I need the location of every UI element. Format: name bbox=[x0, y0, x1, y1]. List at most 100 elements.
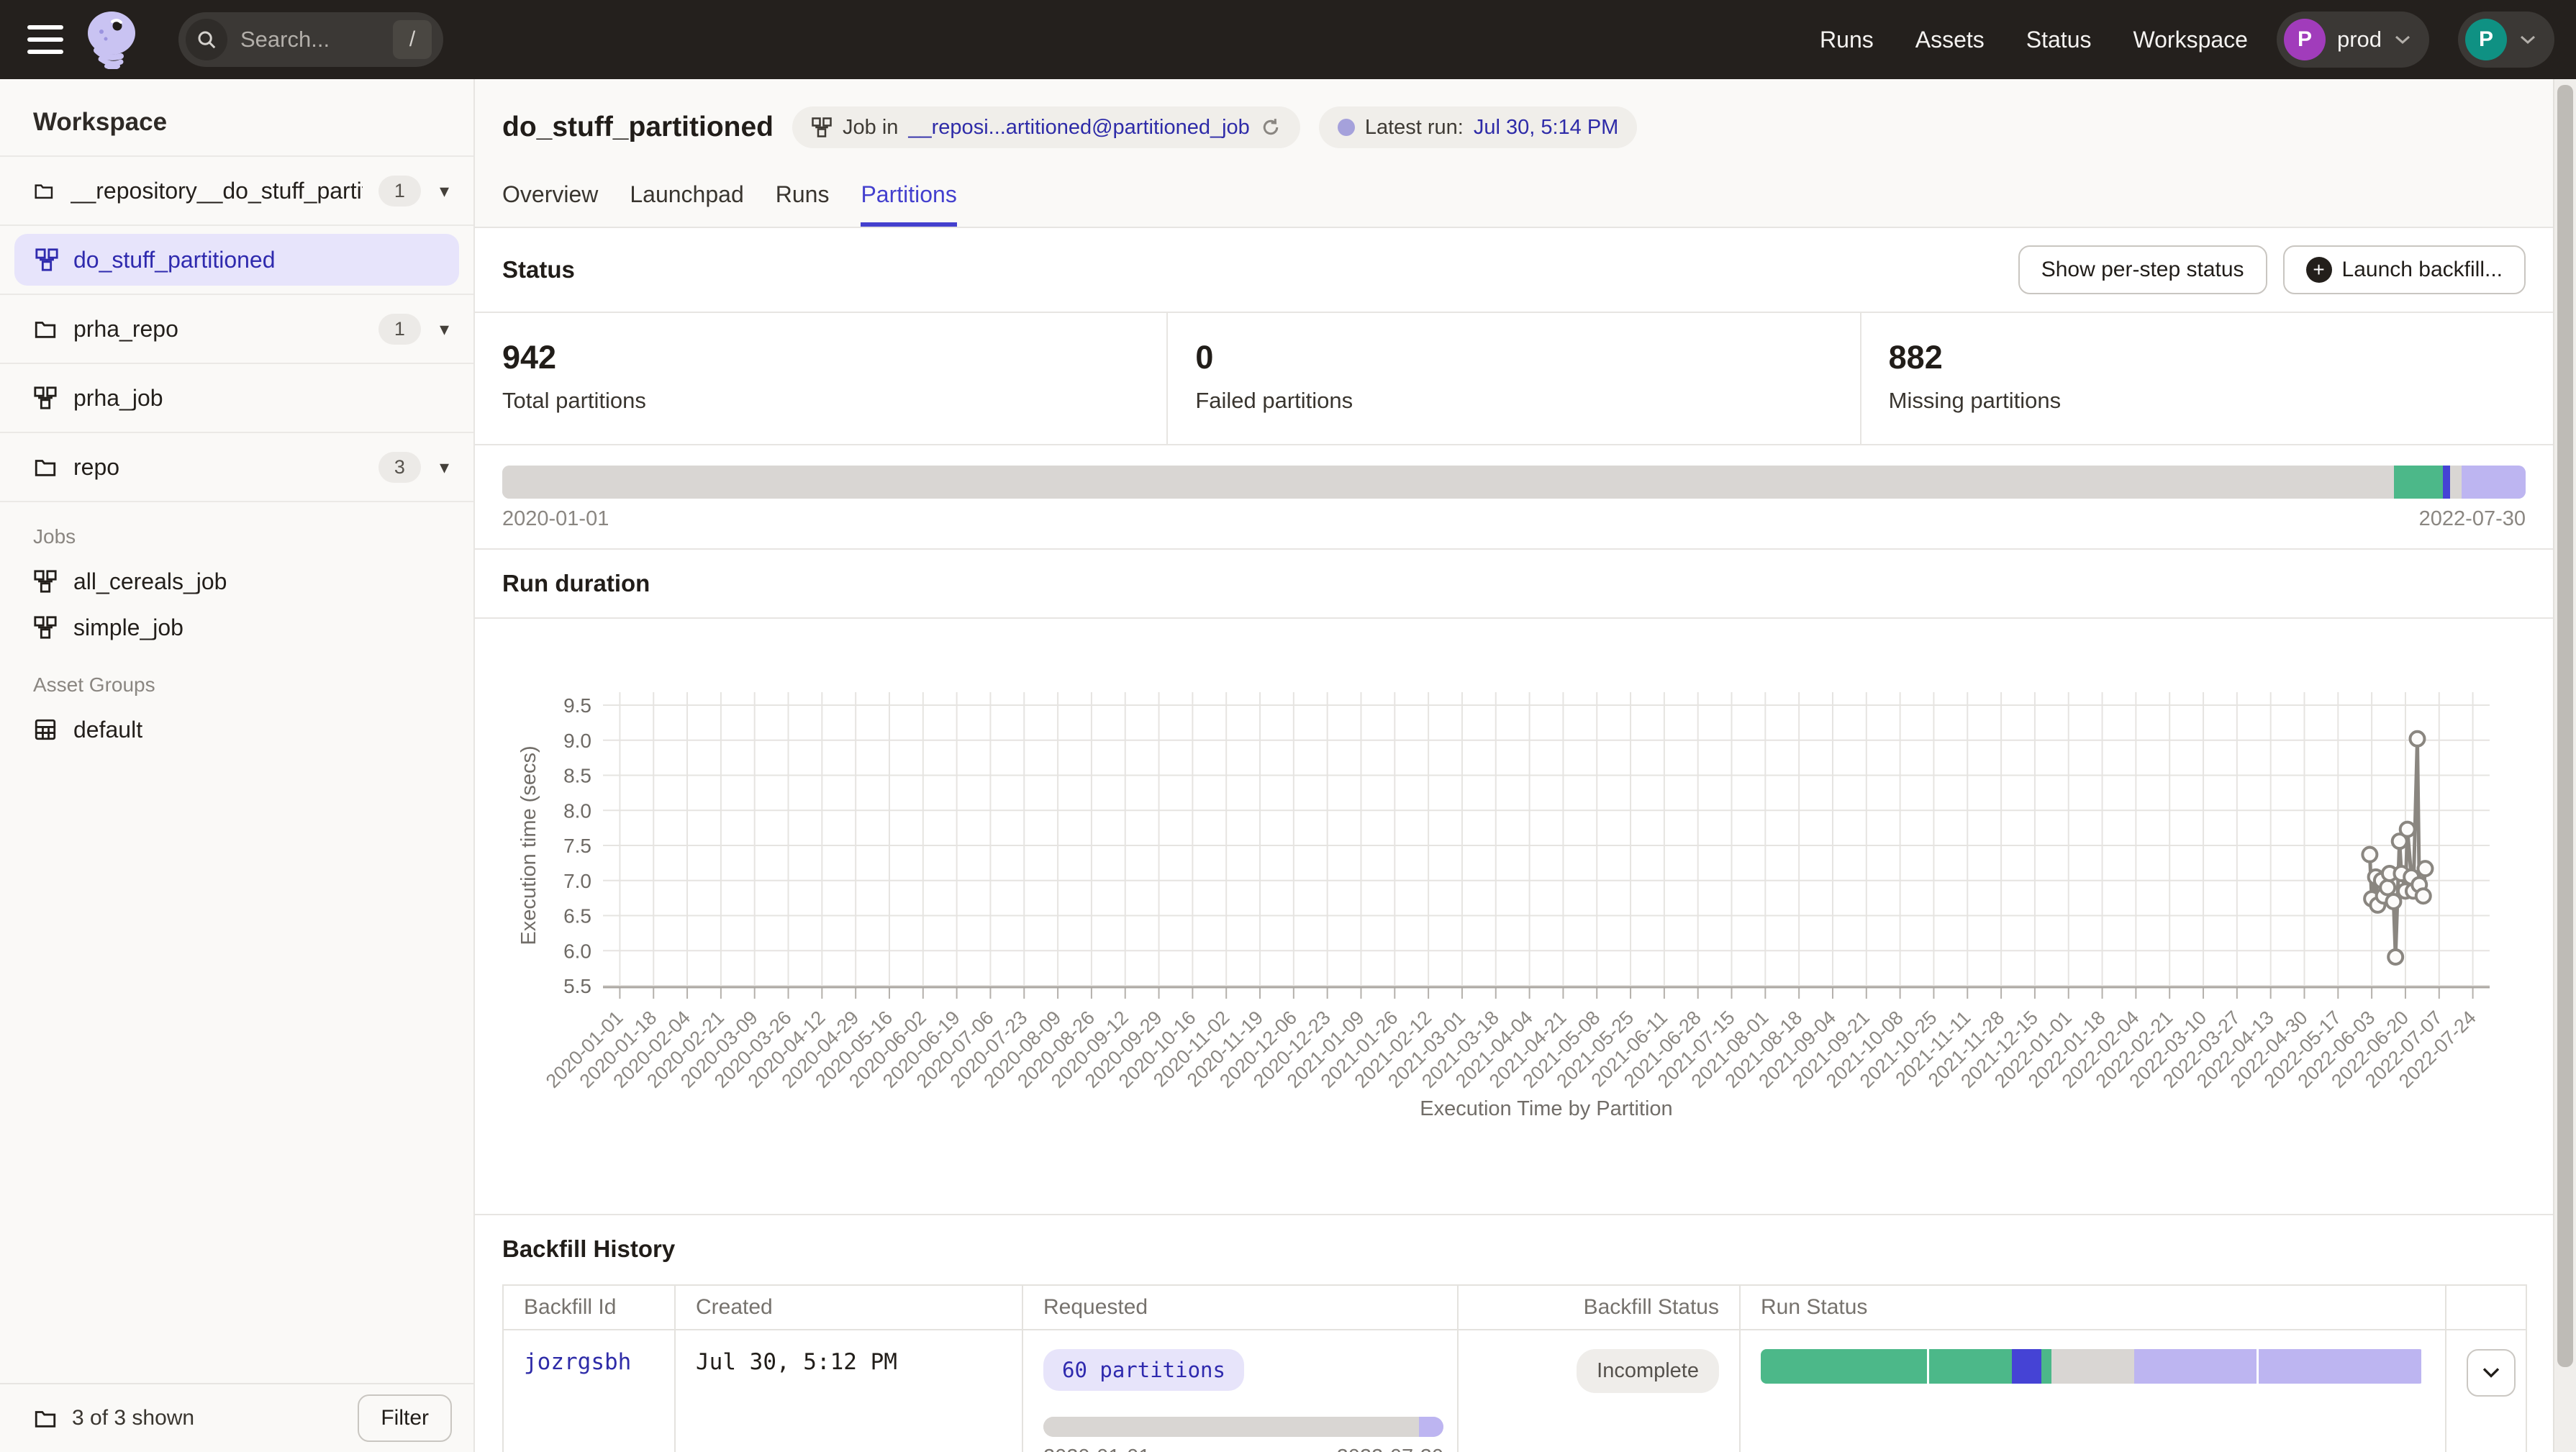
partition-stats: 942 Total partitions 0 Failed partitions… bbox=[475, 313, 2553, 445]
sidebar-item-do-stuff-partitioned[interactable]: do_stuff_partitioned bbox=[14, 234, 459, 286]
stat-value: 882 bbox=[1889, 339, 2526, 376]
status-heading: Status bbox=[502, 256, 575, 283]
sidebar-asset-group-default[interactable]: default bbox=[0, 707, 473, 753]
requested-partitions-bar bbox=[1043, 1417, 1443, 1437]
sidebar-item-repository-do-stuff[interactable]: __repository__do_stuff_partitio... 1 ▾ bbox=[0, 157, 473, 226]
data-point-marker bbox=[2362, 848, 2377, 862]
nav-status[interactable]: Status bbox=[2026, 27, 2092, 53]
run-status-bar[interactable] bbox=[1761, 1349, 2425, 1384]
bar-segment-indigo_bar bbox=[2443, 466, 2450, 499]
job-location-pill: Job in __reposi...artitioned@partitioned… bbox=[792, 106, 1300, 148]
workspace-sidebar: Workspace __repository__do_stuff_partiti… bbox=[0, 79, 475, 1452]
sidebar-item-repo[interactable]: repo 3 ▾ bbox=[0, 433, 473, 502]
chevron-down-icon bbox=[2393, 33, 2412, 46]
y-tick-label: 7.5 bbox=[563, 835, 591, 857]
sidebar-item-prha-repo[interactable]: prha_repo 1 ▾ bbox=[0, 295, 473, 364]
sidebar-item-label: __repository__do_stuff_partitio... bbox=[71, 178, 363, 204]
latest-run-link[interactable]: Jul 30, 5:14 PM bbox=[1474, 116, 1619, 140]
refresh-icon[interactable] bbox=[1260, 117, 1282, 138]
data-point-marker bbox=[2380, 881, 2395, 895]
job-icon bbox=[33, 569, 58, 594]
bar-segment-lavender bbox=[2134, 1349, 2257, 1384]
tab-runs[interactable]: Runs bbox=[776, 181, 830, 227]
asset-groups-section-label: Asset Groups bbox=[0, 650, 473, 707]
data-point-marker bbox=[2410, 732, 2424, 746]
job-in-label: Job in bbox=[843, 116, 898, 140]
job-icon bbox=[811, 117, 833, 138]
tab-launchpad[interactable]: Launchpad bbox=[630, 181, 743, 227]
sidebar-item-label: simple_job bbox=[73, 614, 183, 641]
scrollbar-thumb[interactable] bbox=[2557, 85, 2573, 1367]
backfill-status-badge: Incomplete bbox=[1577, 1349, 1719, 1393]
nav-runs[interactable]: Runs bbox=[1820, 27, 1874, 53]
count-badge: 1 bbox=[378, 176, 421, 207]
folder-icon bbox=[33, 317, 58, 341]
expand-row-button[interactable] bbox=[2467, 1349, 2516, 1397]
chevron-down-icon[interactable]: ▾ bbox=[440, 318, 449, 340]
deployment-avatar: P bbox=[2284, 19, 2326, 60]
filter-button[interactable]: Filter bbox=[358, 1394, 452, 1442]
vertical-scrollbar[interactable] bbox=[2553, 79, 2576, 1452]
launch-backfill-button[interactable]: + Launch backfill... bbox=[2283, 245, 2526, 294]
run-duration-header: Run duration bbox=[475, 550, 2553, 619]
run-status-dot bbox=[1338, 119, 1355, 136]
requested-range-end: 2022-07-30 bbox=[1337, 1446, 1443, 1452]
folder-icon bbox=[33, 455, 58, 479]
column-header-requested: Requested bbox=[1022, 1285, 1458, 1330]
job-tabs: Overview Launchpad Runs Partitions bbox=[502, 181, 2526, 227]
execution-time-chart[interactable]: 5.56.06.57.07.58.08.59.09.52020-01-01202… bbox=[475, 619, 2553, 1215]
y-tick-label: 9.0 bbox=[563, 730, 591, 752]
stat-failed-partitions: 0 Failed partitions bbox=[1166, 313, 1859, 444]
show-per-step-status-button[interactable]: Show per-step status bbox=[2018, 245, 2267, 294]
sidebar-job-all-cereals[interactable]: all_cereals_job bbox=[0, 558, 473, 604]
stat-value: 942 bbox=[502, 339, 1139, 376]
folder-icon bbox=[33, 178, 55, 203]
sidebar-item-prha-job[interactable]: prha_job bbox=[0, 364, 473, 433]
bar-segment-lavender bbox=[2257, 1349, 2422, 1384]
nav-workspace[interactable]: Workspace bbox=[2133, 27, 2247, 53]
user-menu[interactable]: P bbox=[2458, 12, 2554, 68]
backfill-row: jozrgsbh Jul 30, 5:12 PM 60 partitions 2… bbox=[503, 1330, 2526, 1452]
stat-label: Total partitions bbox=[502, 388, 1139, 414]
search-input[interactable]: Search... / bbox=[178, 12, 443, 67]
stat-missing-partitions: 882 Missing partitions bbox=[1860, 313, 2553, 444]
tab-partitions[interactable]: Partitions bbox=[861, 181, 956, 227]
page-title: do_stuff_partitioned bbox=[502, 112, 774, 143]
folder-icon bbox=[33, 1406, 58, 1430]
deployment-switcher[interactable]: P prod bbox=[2277, 12, 2429, 68]
status-section-header: Status Show per-step status + Launch bac… bbox=[475, 228, 2553, 313]
sidebar-job-simple-job[interactable]: simple_job bbox=[0, 604, 473, 650]
bar-segment-green bbox=[2394, 466, 2442, 499]
y-tick-label: 6.5 bbox=[563, 905, 591, 927]
nav-assets[interactable]: Assets bbox=[1915, 27, 1985, 53]
y-tick-label: 9.5 bbox=[563, 694, 591, 717]
jobs-section-label: Jobs bbox=[0, 502, 473, 558]
data-point-marker bbox=[2400, 822, 2415, 837]
count-badge: 3 bbox=[378, 452, 421, 483]
chevron-down-icon[interactable]: ▾ bbox=[440, 180, 449, 202]
chevron-down-icon[interactable]: ▾ bbox=[440, 456, 449, 478]
backfill-history-header: Backfill History bbox=[475, 1215, 2553, 1284]
sidebar-item-label: all_cereals_job bbox=[73, 568, 227, 595]
requested-partitions-badge[interactable]: 60 partitions bbox=[1043, 1349, 1244, 1391]
y-tick-label: 7.0 bbox=[563, 870, 591, 892]
repository-link[interactable]: __reposi...artitioned@partitioned_job bbox=[908, 116, 1249, 140]
y-tick-label: 8.0 bbox=[563, 799, 591, 822]
hamburger-menu-icon[interactable] bbox=[27, 25, 63, 54]
sidebar-heading: Workspace bbox=[0, 79, 473, 157]
repos-shown-count: 3 of 3 shown bbox=[72, 1406, 194, 1430]
search-icon bbox=[186, 19, 227, 60]
backfill-id-link[interactable]: jozrgsbh bbox=[524, 1349, 631, 1375]
column-header-created: Created bbox=[675, 1285, 1022, 1330]
plus-circle-icon: + bbox=[2306, 257, 2332, 283]
dagster-logo[interactable] bbox=[85, 10, 140, 69]
job-header: do_stuff_partitioned Job in __reposi...a… bbox=[475, 79, 2553, 228]
requested-range-start: 2020-01-01 bbox=[1043, 1446, 1150, 1452]
partition-status-bar[interactable] bbox=[502, 466, 2526, 499]
tab-overview[interactable]: Overview bbox=[502, 181, 598, 227]
backfill-created-time: Jul 30, 5:12 PM bbox=[696, 1349, 897, 1375]
user-avatar: P bbox=[2465, 19, 2507, 60]
job-icon bbox=[33, 615, 58, 640]
bar-segment-lavender bbox=[1419, 1417, 1443, 1437]
bar-segment-green bbox=[2041, 1349, 2052, 1384]
